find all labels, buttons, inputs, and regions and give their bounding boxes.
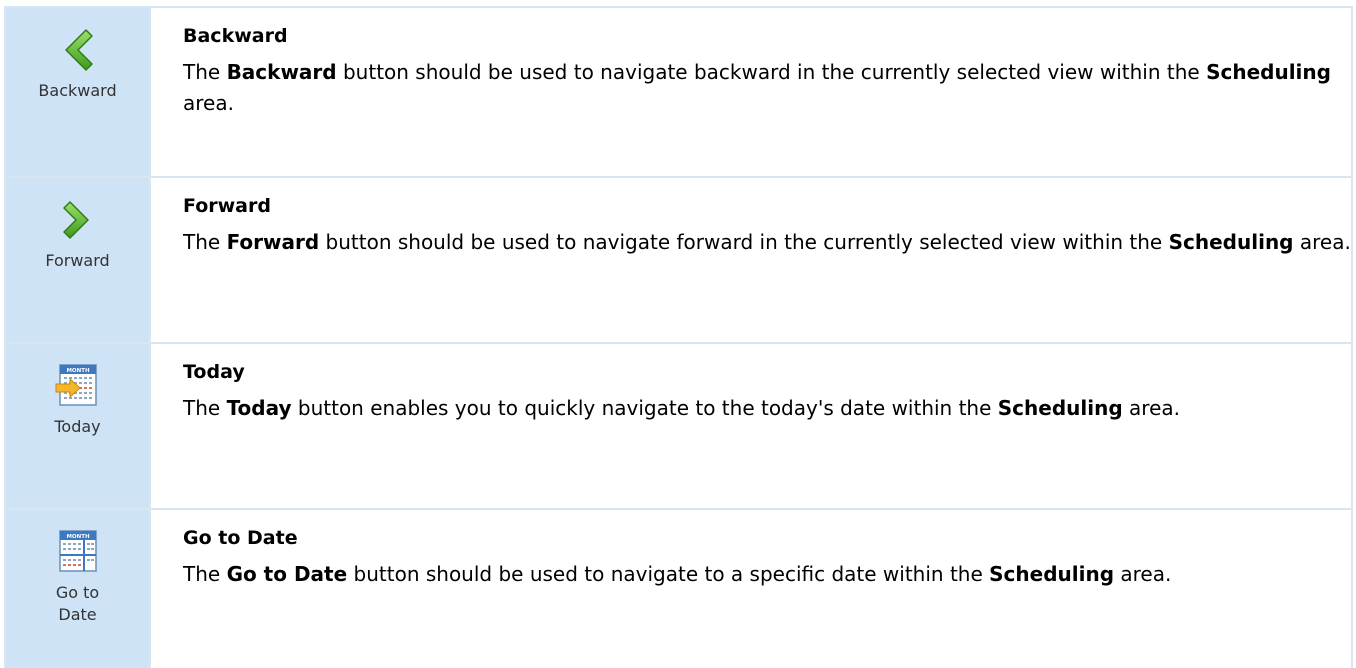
svg-text:MONTH: MONTH bbox=[66, 534, 90, 540]
go-to-date-button-label: Go to Date bbox=[55, 583, 100, 624]
desc-cell-backward: Backward The Backward button should be u… bbox=[151, 8, 1351, 176]
row-description: The Backward button should be used to na… bbox=[183, 60, 1331, 115]
row-title: Backward bbox=[183, 25, 288, 47]
calendar-today-icon: MONTH bbox=[54, 362, 102, 410]
navigation-buttons-table: Backward Backward The Backward button sh… bbox=[4, 6, 1353, 668]
row-description: The Today button enables you to quickly … bbox=[183, 396, 1180, 420]
icon-cell-go-to-date: MONTH Go to Date bbox=[6, 510, 151, 668]
icon-cell-forward: Forward bbox=[6, 178, 151, 342]
icon-cell-backward: Backward bbox=[6, 8, 151, 176]
row-title: Go to Date bbox=[183, 527, 298, 549]
table-row-forward: Forward Forward The Forward button shoul… bbox=[4, 176, 1353, 342]
chevron-left-icon bbox=[54, 26, 102, 74]
table-row-today: MONTH Today Today The Today button enabl… bbox=[4, 342, 1353, 508]
svg-text:MONTH: MONTH bbox=[66, 368, 90, 374]
desc-cell-forward: Forward The Forward button should be use… bbox=[151, 178, 1351, 342]
row-title: Today bbox=[183, 361, 245, 383]
desc-cell-go-to-date: Go to Date The Go to Date button should … bbox=[151, 510, 1351, 668]
calendar-goto-icon: MONTH bbox=[54, 528, 102, 576]
desc-cell-today: Today The Today button enables you to qu… bbox=[151, 344, 1351, 508]
row-description: The Forward button should be used to nav… bbox=[183, 230, 1351, 254]
row-title: Forward bbox=[183, 195, 271, 217]
forward-button-label: Forward bbox=[45, 251, 110, 270]
chevron-right-icon bbox=[54, 196, 102, 244]
icon-cell-today: MONTH Today bbox=[6, 344, 151, 508]
today-button-label: Today bbox=[54, 417, 101, 436]
row-description: The Go to Date button should be used to … bbox=[183, 562, 1172, 586]
table-row-backward: Backward Backward The Backward button sh… bbox=[4, 6, 1353, 176]
backward-button-label: Backward bbox=[38, 81, 117, 100]
table-row-go-to-date: MONTH Go to Date Go to Date The Go to Da… bbox=[4, 508, 1353, 668]
